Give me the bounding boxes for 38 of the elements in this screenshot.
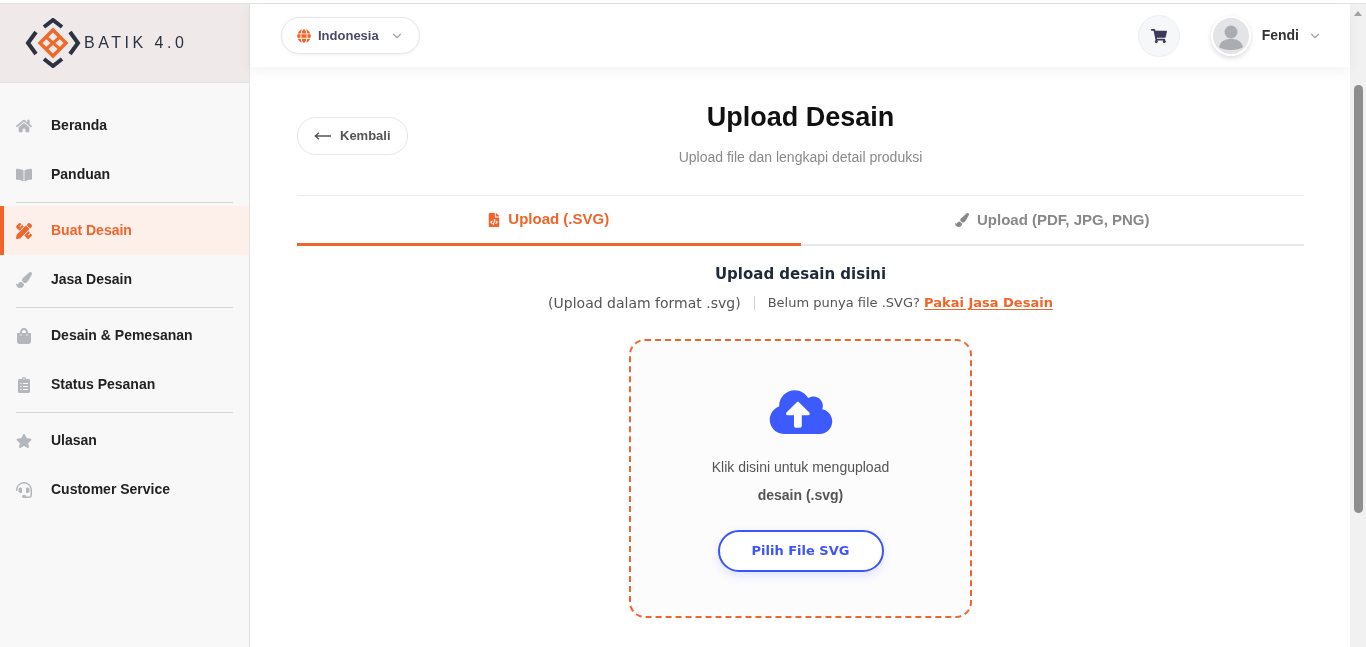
headset-icon	[16, 481, 32, 498]
sidebar-item[interactable]: Jasa Desain	[0, 255, 249, 304]
back-button[interactable]: Kembali	[297, 117, 408, 155]
page-subtitle: Upload file dan lengkapi detail produksi	[678, 148, 923, 166]
format-note: (Upload dalam format .svg)	[548, 294, 741, 312]
globe-icon	[297, 28, 311, 43]
user-menu[interactable]: Fendi	[1261, 25, 1322, 46]
dropzone-subtext: desain (.svg)	[757, 486, 844, 504]
book-icon	[16, 166, 32, 183]
paintbrush-icon	[16, 271, 32, 288]
arrow-left-icon	[314, 132, 332, 140]
avatar-icon[interactable]	[1210, 15, 1251, 56]
home-icon	[16, 117, 32, 134]
service-prompt: Belum punya file .SVG? Pakai Jasa Desain	[767, 294, 1053, 312]
scrollbar-thumb[interactable]	[1353, 85, 1363, 513]
upload-dropzone[interactable]: Klik disini untuk mengupload desain (.svg) Pilih File SVG	[629, 339, 972, 618]
cart-icon	[1150, 27, 1167, 44]
tab[interactable]: Upload (PDF, JPG, PNG)	[800, 196, 1304, 246]
sidebar-item[interactable]: Ulasan	[0, 416, 249, 465]
sidebar-item[interactable]: Status Pesanan	[0, 360, 249, 409]
paintbrush-icon	[955, 213, 969, 227]
star-icon	[16, 432, 32, 449]
scroll-up-icon[interactable]	[1354, 11, 1362, 16]
code-file-icon	[488, 212, 501, 227]
choose-file-button[interactable]: Pilih File SVG	[717, 530, 884, 572]
shopping-bag-icon	[16, 327, 32, 344]
page-title: Upload Desain	[706, 101, 895, 134]
dropzone-text: Klik disini untuk mengupload	[711, 458, 890, 476]
language-selector[interactable]: Indonesia	[281, 17, 420, 54]
sidebar-item[interactable]: Customer Service	[0, 465, 249, 514]
logo-text: BATIK 4.0	[84, 35, 188, 51]
clipboard-icon	[16, 376, 32, 393]
logo-icon	[25, 18, 81, 68]
sidebar-item[interactable]: Panduan	[0, 150, 249, 199]
sidebar-item[interactable]: Beranda	[0, 101, 249, 150]
section-heading: Upload desain disini	[714, 264, 887, 284]
sidebar-item[interactable]: Desain & Pemesanan	[0, 311, 249, 360]
pencil-ruler-icon	[16, 222, 32, 239]
